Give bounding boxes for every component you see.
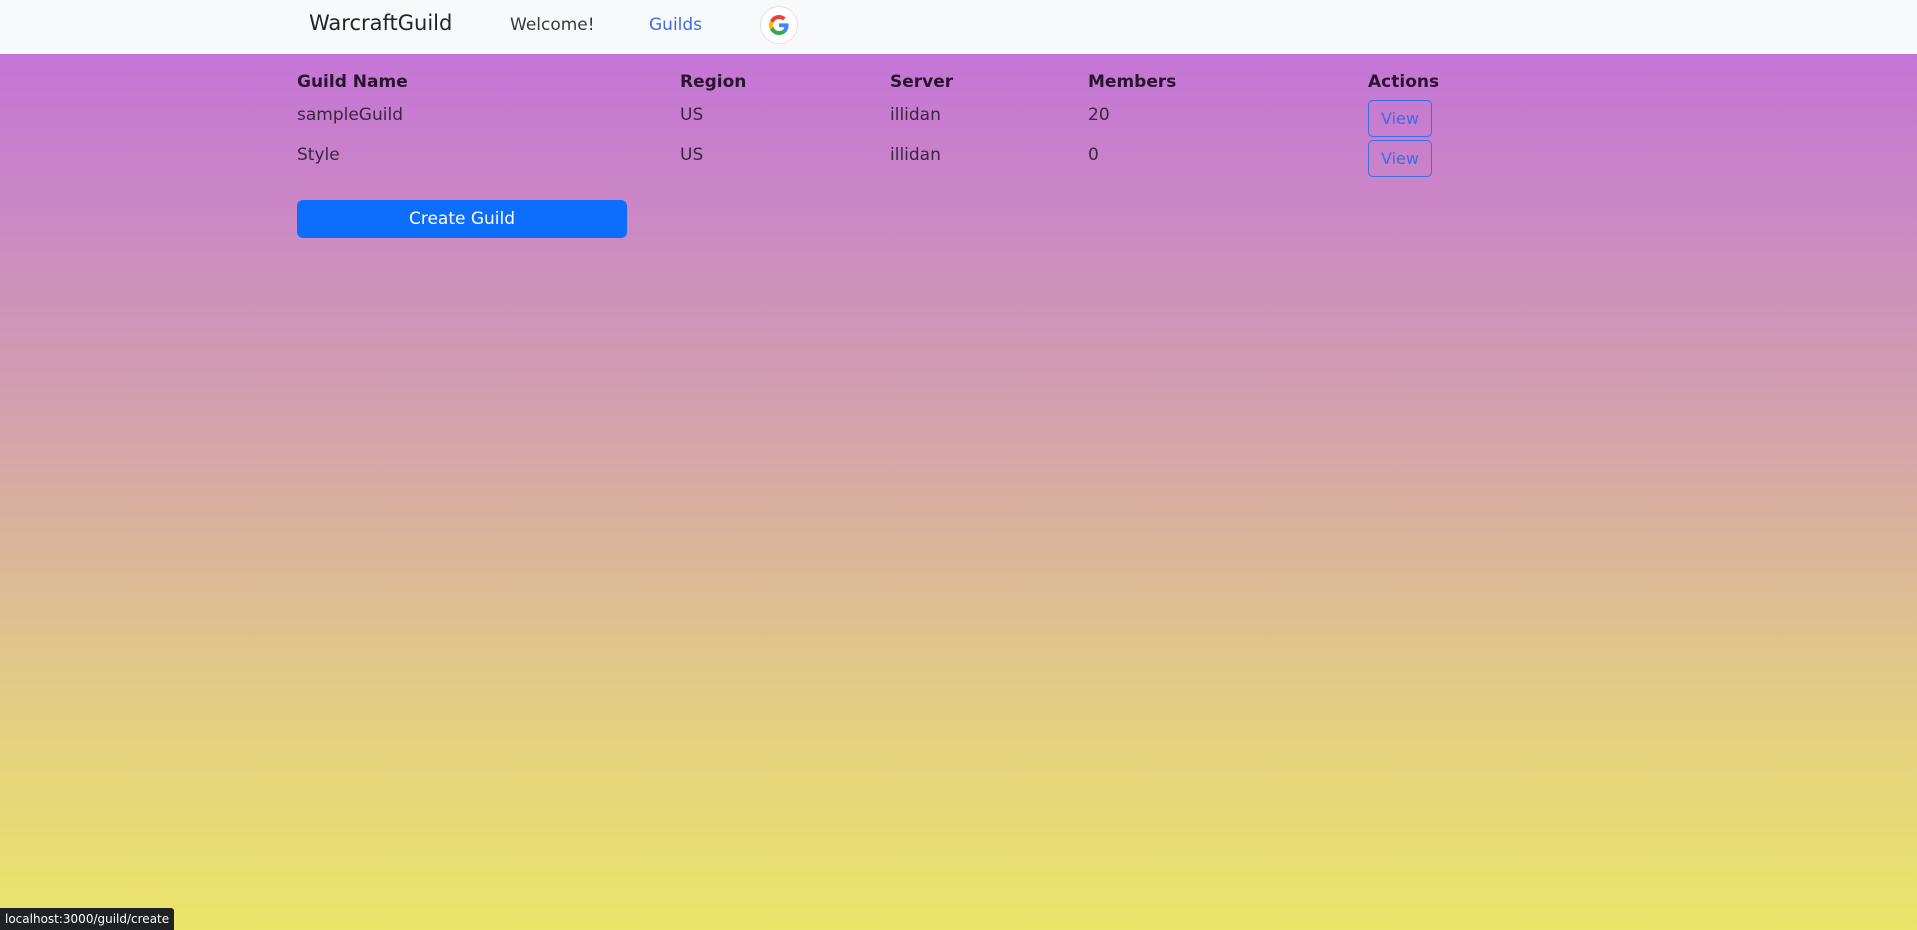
header-members: Members bbox=[1088, 72, 1177, 92]
header-region: Region bbox=[680, 72, 747, 92]
members-cell: 0 bbox=[1088, 145, 1099, 165]
header-server: Server bbox=[890, 72, 954, 92]
google-g-icon bbox=[769, 15, 789, 35]
brand-logo[interactable]: WarcraftGuild bbox=[309, 11, 452, 35]
google-login-button[interactable] bbox=[760, 6, 798, 44]
view-button[interactable]: View bbox=[1368, 100, 1432, 137]
server-cell: illidan bbox=[890, 105, 941, 125]
view-button[interactable]: View bbox=[1368, 140, 1432, 177]
navbar: WarcraftGuild Welcome! Guilds bbox=[0, 0, 1917, 54]
header-actions: Actions bbox=[1368, 72, 1440, 92]
members-cell: 20 bbox=[1088, 105, 1110, 125]
guild-name-cell: sampleGuild bbox=[297, 105, 403, 125]
table-row: Style US illidan 0 View bbox=[297, 140, 1437, 180]
header-guild-name: Guild Name bbox=[297, 72, 408, 92]
guild-name-cell: Style bbox=[297, 145, 340, 165]
create-guild-button[interactable]: Create Guild bbox=[297, 200, 627, 238]
region-cell: US bbox=[680, 105, 704, 125]
table-header: Guild Name Region Server Members Actions bbox=[297, 66, 1440, 100]
nav-link-guilds[interactable]: Guilds bbox=[649, 15, 702, 35]
status-bar-url: localhost:3000/guild/create bbox=[0, 908, 175, 930]
table-row: sampleGuild US illidan 20 View bbox=[297, 100, 1437, 140]
guild-table: Guild Name Region Server Members Actions… bbox=[297, 66, 1440, 180]
nav-link-welcome[interactable]: Welcome! bbox=[510, 15, 595, 35]
server-cell: illidan bbox=[890, 145, 941, 165]
region-cell: US bbox=[680, 145, 704, 165]
